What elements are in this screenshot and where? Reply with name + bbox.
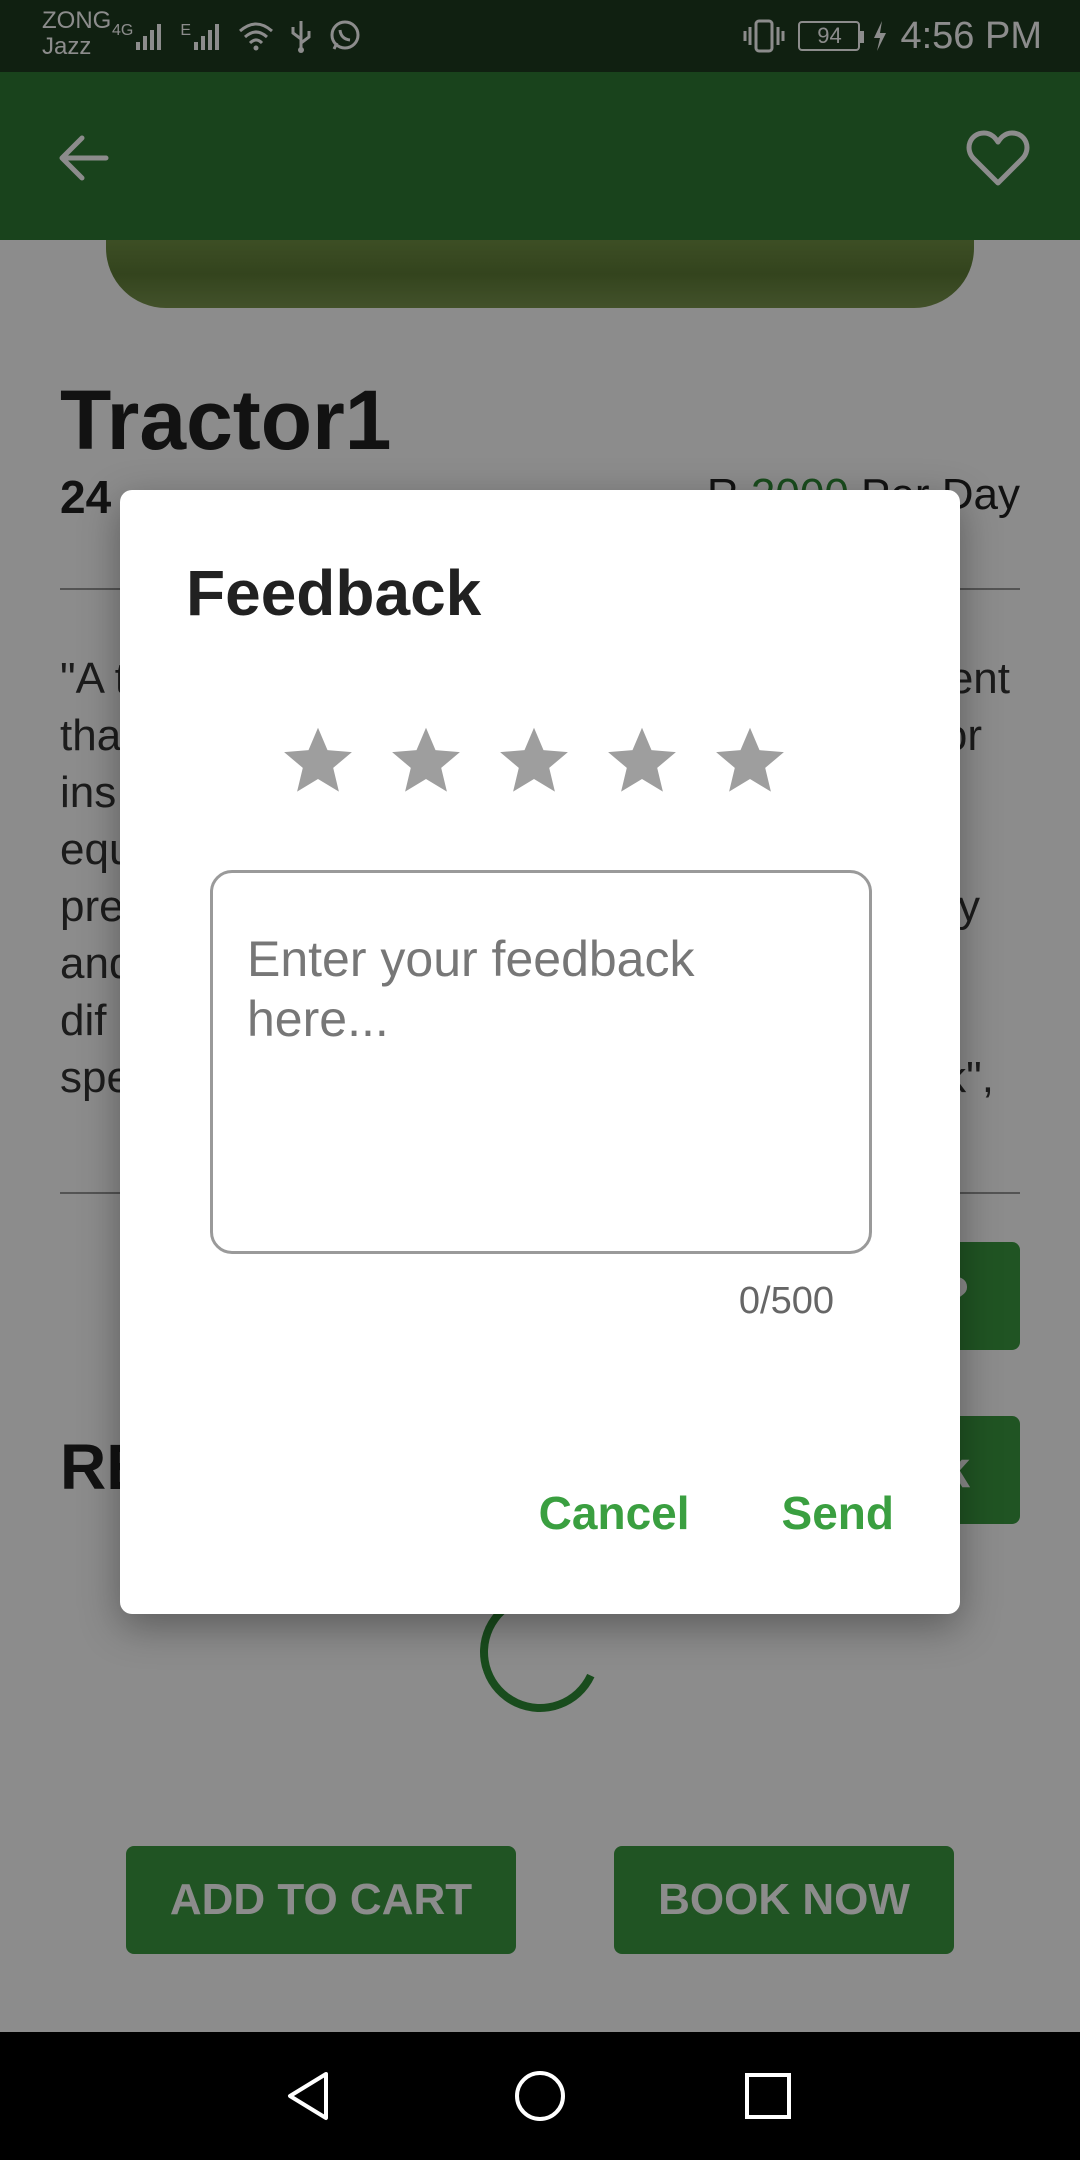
cancel-button[interactable]: Cancel: [539, 1486, 690, 1540]
nav-recents-button[interactable]: [736, 2064, 800, 2128]
send-button[interactable]: Send: [782, 1486, 894, 1540]
feedback-dialog: Feedback 0/500 Cancel Send: [120, 490, 960, 1614]
square-recents-icon: [745, 2073, 791, 2119]
star-icon-5[interactable]: [712, 722, 788, 798]
rating-stars: [280, 722, 788, 798]
star-icon-1[interactable]: [280, 722, 356, 798]
dialog-actions: Cancel Send: [539, 1486, 894, 1540]
character-counter: 0/500: [738, 1280, 834, 1322]
dialog-title: Feedback: [186, 557, 482, 629]
star-icon-3[interactable]: [496, 722, 572, 798]
circle-home-icon: [515, 2071, 565, 2121]
triangle-back-icon: [288, 2072, 328, 2120]
system-nav-bar: [0, 2032, 1080, 2160]
nav-back-button[interactable]: [276, 2064, 340, 2128]
feedback-input[interactable]: [247, 929, 835, 1195]
star-icon-2[interactable]: [388, 722, 464, 798]
nav-home-button[interactable]: [508, 2064, 572, 2128]
star-icon-4[interactable]: [604, 722, 680, 798]
feedback-input-container[interactable]: [210, 870, 872, 1254]
